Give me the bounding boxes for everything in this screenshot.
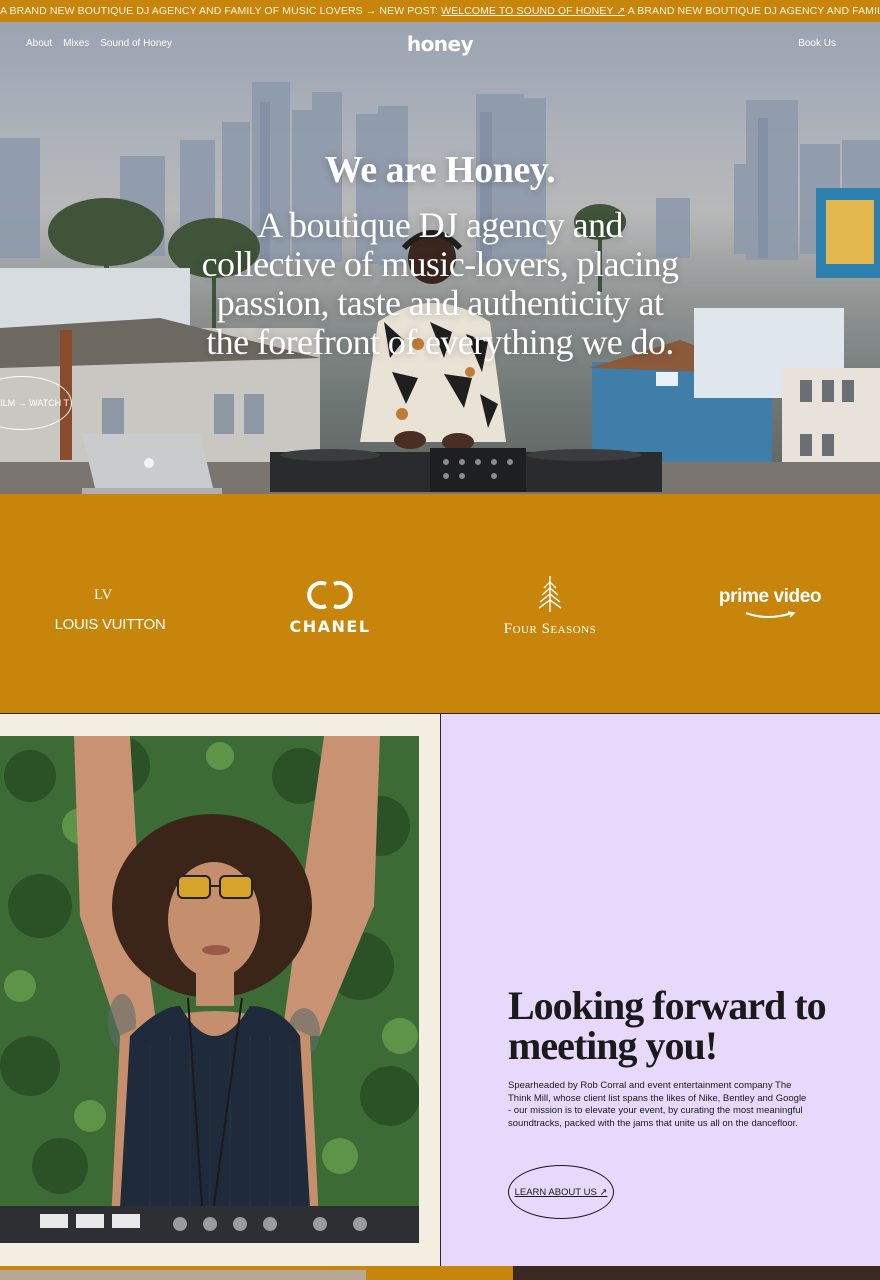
lv-monogram: LV (93, 587, 113, 603)
about-photo-panel (0, 714, 440, 1266)
announcement-marquee: A BRAND NEW BOUTIQUE DJ AGENCY AND FAMIL… (0, 0, 880, 22)
client-logos-band: LV LOUIS VUITTON CHANEL Four Seasons pri… (0, 494, 880, 714)
chanel-cc-icon (307, 581, 353, 609)
four-seasons-logo: Four Seasons (480, 574, 620, 638)
about-body-text: Spearheaded by Rob Corral and event ente… (508, 1080, 807, 1129)
prime-video-wordmark: prime video (718, 586, 822, 607)
four-seasons-wordmark: Four Seasons (503, 621, 597, 637)
learn-about-us-button[interactable]: LEARN ABOUT US ↗ (508, 1165, 614, 1219)
next-image-right (513, 1266, 880, 1280)
marquee-text-repeat: A BRAND NEW BOUTIQUE DJ AGENCY AND FAMIL… (627, 5, 880, 17)
hero-subtitle: A boutique DJ agency and collective of m… (201, 205, 679, 362)
marquee-post-link[interactable]: WELCOME TO SOUND OF HONEY ↗ (441, 5, 625, 17)
chanel-logo: CHANEL (284, 578, 376, 636)
hero-section: About Mixes Sound of Honey honey Book Us… (0, 22, 880, 494)
tree-icon (538, 576, 562, 612)
amazon-smile-icon (745, 611, 796, 618)
next-image-left (0, 1270, 366, 1280)
honey-logo[interactable]: honey (0, 32, 880, 56)
prime-video-logo: prime video (716, 586, 824, 626)
book-us-link[interactable]: Book Us (798, 38, 836, 49)
chanel-wordmark: CHANEL (289, 617, 371, 636)
about-heading: Looking forward to meeting you! (508, 983, 827, 1068)
dj-portrait-photo (0, 736, 419, 1243)
louis-vuitton-wordmark: LOUIS VUITTON (54, 616, 166, 633)
louis-vuitton-logo: LV LOUIS VUITTON (50, 574, 170, 633)
next-section-preview (0, 1266, 880, 1280)
marquee-text: A BRAND NEW BOUTIQUE DJ AGENCY AND FAMIL… (0, 5, 442, 17)
hero-title: We are Honey. (324, 149, 556, 191)
about-text-panel: Looking forward to meeting you! Spearhea… (441, 714, 880, 1266)
